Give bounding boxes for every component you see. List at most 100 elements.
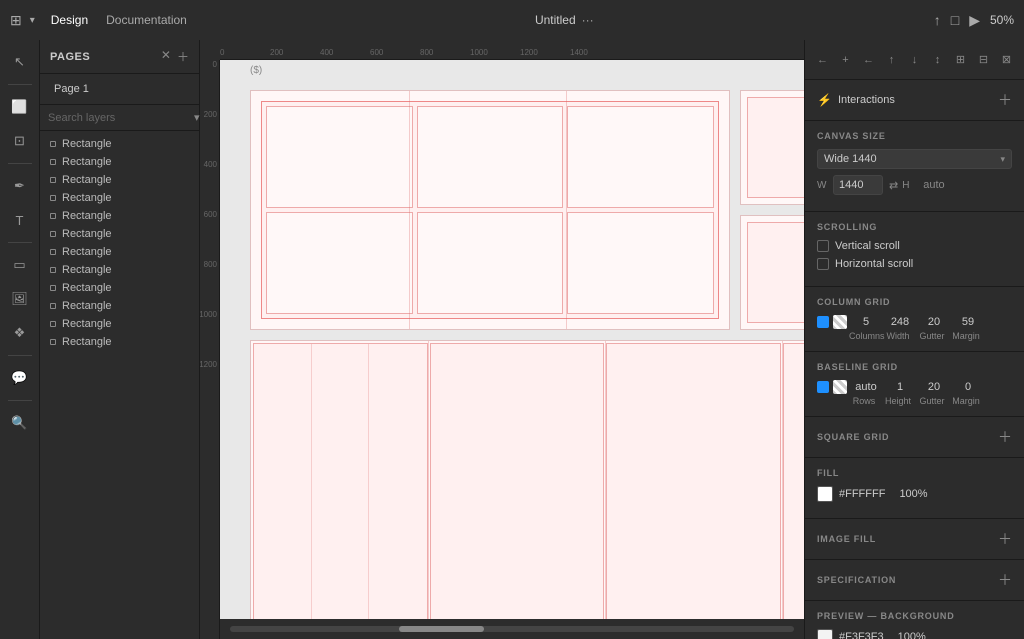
inner-rect-6 [567, 212, 714, 314]
text-tool[interactable]: T [6, 206, 34, 234]
zoom-level[interactable]: 50% [990, 13, 1014, 27]
baseline-margin: 0 [953, 381, 983, 393]
export-icon[interactable]: ↑ [934, 12, 941, 28]
column-grid-checkbox[interactable] [817, 316, 829, 328]
layer-item-3[interactable]: Rectangle [40, 189, 199, 207]
rp-icon-4[interactable]: ↑ [882, 49, 901, 71]
layer-item-1[interactable]: Rectangle [40, 153, 199, 171]
preview-icon[interactable]: □ [951, 12, 959, 28]
ruler-left-mark-200: 200 [204, 110, 219, 160]
horizontal-scroll-checkbox[interactable] [817, 258, 829, 270]
image-fill-row: IMAGE FILL ＋ [817, 529, 1012, 549]
layer-item-4[interactable]: Rectangle [40, 207, 199, 225]
specification-label: SPECIFICATION [817, 575, 896, 585]
image-tool[interactable]: 🖼 [6, 285, 34, 313]
grid-icon[interactable]: ⊞ [10, 12, 22, 29]
move-tool[interactable]: ↖ [6, 48, 34, 76]
vertical-scroll-checkbox[interactable] [817, 240, 829, 252]
right-panel-topbar: ← + ← ↑ ↓ ↕ ⊞ ⊟ ⊠ [805, 40, 1024, 80]
ruler-top-mark-1400: 1400 [570, 48, 620, 57]
toolbar-sep-4 [8, 355, 32, 356]
layer-dot [50, 159, 56, 165]
fill-row: #FFFFFF 100% [817, 486, 1012, 502]
width-input[interactable]: 1440 [833, 175, 883, 195]
preview-bg-label: PREVIEW — BACKGROUND [817, 611, 1012, 621]
rp-icon-8[interactable]: ⊟ [974, 49, 993, 71]
scrollbar-track[interactable] [230, 626, 794, 632]
rp-icon-2[interactable]: + [836, 49, 855, 71]
layer-item-5[interactable]: Rectangle [40, 225, 199, 243]
layer-item-7[interactable]: Rectangle [40, 261, 199, 279]
rectangle-tool[interactable]: ▭ [6, 251, 34, 279]
h-label: H [902, 180, 914, 191]
horizontal-scroll-row: Horizontal scroll [817, 258, 1012, 270]
height-link-icon: ⇄ [889, 179, 898, 192]
inner-rect-3 [567, 106, 714, 208]
component-tool[interactable]: ❖ [6, 319, 34, 347]
toolbar-sep-3 [8, 242, 32, 243]
add-specification-icon[interactable]: ＋ [998, 570, 1012, 590]
canvas-size-value: Wide 1440 [824, 153, 877, 165]
inner-rect-5 [417, 212, 564, 314]
rp-icon-5[interactable]: ↓ [905, 49, 924, 71]
baseline-grid-checkbox[interactable] [817, 381, 829, 393]
w-label: W [817, 180, 829, 191]
fill-color-swatch[interactable] [817, 486, 833, 502]
layer-item-6[interactable]: Rectangle [40, 243, 199, 261]
frame-bottom [250, 340, 804, 619]
width-label: Width [883, 331, 913, 341]
rp-icon-6[interactable]: ↕ [928, 49, 947, 71]
interactions-label: ⚡ Interactions [817, 93, 895, 107]
add-image-fill-icon[interactable]: ＋ [998, 529, 1012, 549]
baseline-grid-label: BASELINE GRID [817, 362, 1012, 372]
bottom-rect-2 [430, 343, 605, 619]
page-1-item[interactable]: Page 1 [50, 80, 189, 98]
frame-tool[interactable]: ⬜ [6, 93, 34, 121]
rp-icon-9[interactable]: ⊠ [997, 49, 1016, 71]
grid-line-2 [566, 91, 567, 329]
comment-tool[interactable]: 💬 [6, 364, 34, 392]
ruler-left: 020040060080010001200 [200, 60, 220, 639]
canvas-area[interactable]: 0200400600800100012001400 02004006008001… [200, 40, 804, 639]
tab-documentation[interactable]: Documentation [98, 9, 195, 31]
scrollbar-thumb[interactable] [399, 626, 484, 632]
column-grid-gutter: 20 [919, 316, 949, 328]
column-grid-row: 5 248 20 59 [817, 315, 1012, 329]
layer-item-10[interactable]: Rectangle [40, 315, 199, 333]
topbar-tabs: Design Documentation [43, 9, 195, 31]
rp-icon-7[interactable]: ⊞ [951, 49, 970, 71]
layer-item-11[interactable]: Rectangle [40, 333, 199, 351]
preview-bg-color: #F3F3F3 [839, 631, 884, 639]
baseline-grid-row: auto 1 20 0 [817, 380, 1012, 394]
search-tool[interactable]: 🔍 [6, 409, 34, 437]
add-square-grid-icon[interactable]: ＋ [998, 427, 1012, 447]
height-input[interactable]: auto [918, 176, 968, 194]
layer-item-9[interactable]: Rectangle [40, 297, 199, 315]
app-menu-chevron[interactable]: ▾ [30, 15, 35, 26]
rp-icon-1[interactable]: ← [813, 49, 832, 71]
layer-dot [50, 285, 56, 291]
search-input[interactable] [48, 112, 190, 124]
gutter-label-2: Gutter [917, 396, 947, 406]
add-interaction-icon[interactable]: ＋ [998, 90, 1012, 110]
title-menu-button[interactable]: ··· [582, 13, 594, 27]
play-icon[interactable]: ▶ [969, 12, 980, 29]
width-group: W 1440 [817, 175, 883, 195]
pen-tool[interactable]: ✒ [6, 172, 34, 200]
filter-icon[interactable]: ▾ [194, 111, 200, 124]
add-page-icon[interactable]: ＋ [177, 48, 189, 65]
slice-tool[interactable]: ⊡ [6, 127, 34, 155]
layer-dot [50, 231, 56, 237]
tab-design[interactable]: Design [43, 9, 96, 31]
preview-bg-swatch[interactable] [817, 629, 833, 639]
layer-item-0[interactable]: Rectangle [40, 135, 199, 153]
height-group: ⇄ H auto [889, 176, 968, 194]
square-grid-section: SQUARE GRID ＋ [805, 417, 1024, 458]
close-pages-icon[interactable]: ✕ [161, 48, 171, 65]
layer-item-8[interactable]: Rectangle [40, 279, 199, 297]
baseline-grid-section: BASELINE GRID auto 1 20 0 Rows Height Gu… [805, 352, 1024, 417]
canvas-content: ($) [220, 60, 804, 619]
canvas-size-select[interactable]: Wide 1440 ▾ [817, 149, 1012, 169]
rp-icon-3[interactable]: ← [859, 49, 878, 71]
layer-item-2[interactable]: Rectangle [40, 171, 199, 189]
